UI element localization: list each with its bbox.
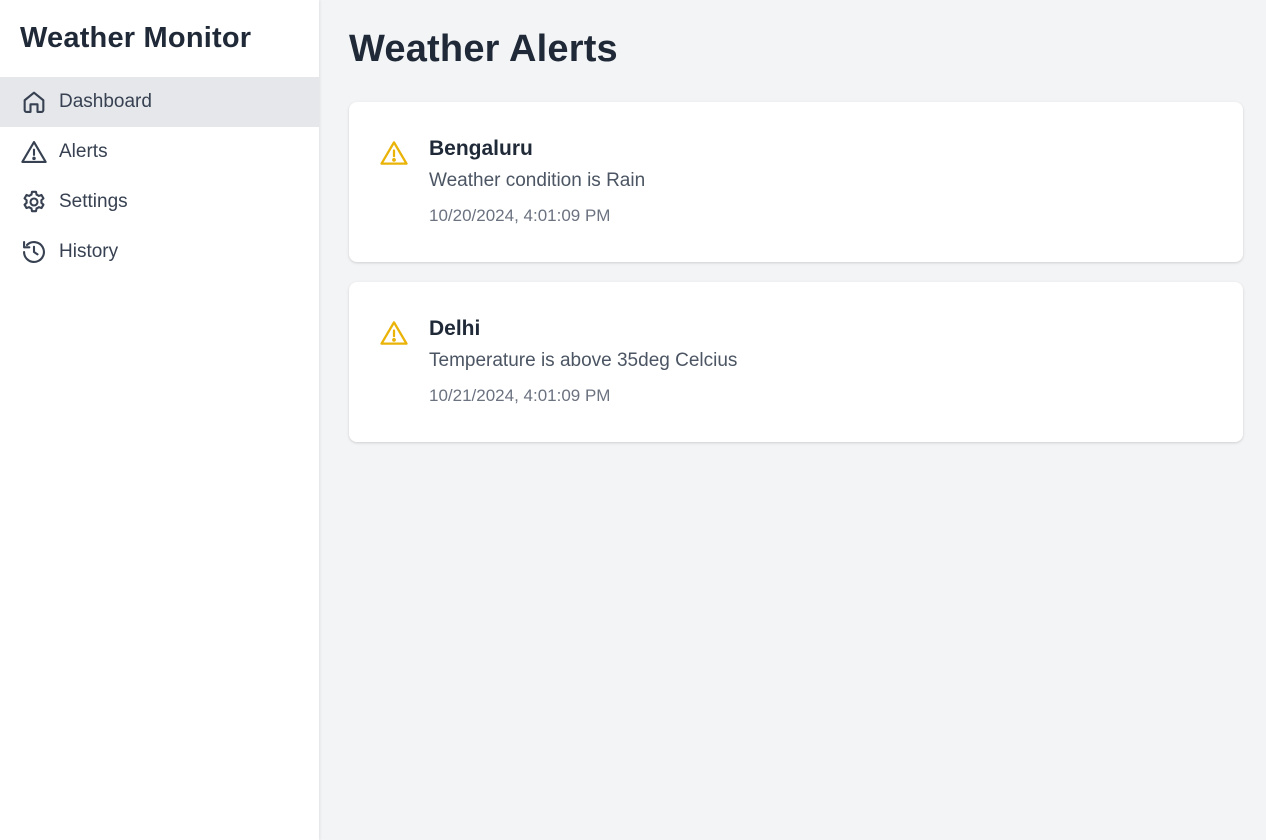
sidebar-item-dashboard[interactable]: Dashboard <box>0 77 319 127</box>
sidebar: Weather Monitor Dashboard Alerts Setting… <box>0 0 319 840</box>
sidebar-item-settings[interactable]: Settings <box>0 177 319 227</box>
alert-city: Bengaluru <box>429 137 533 160</box>
sidebar-item-history[interactable]: History <box>0 227 319 277</box>
sidebar-nav: Dashboard Alerts Settings History <box>0 77 319 277</box>
app-title: Weather Monitor <box>20 22 252 54</box>
page-title: Weather Alerts <box>349 28 618 70</box>
history-icon <box>20 238 48 266</box>
sidebar-item-label: Settings <box>59 191 128 212</box>
alert-city: Delhi <box>429 317 481 340</box>
alert-timestamp: 10/20/2024, 4:01:09 PM <box>429 206 611 225</box>
alert-body: Delhi Temperature is above 35deg Celcius… <box>429 316 737 442</box>
home-icon <box>20 88 48 116</box>
sidebar-item-label: Alerts <box>59 141 108 162</box>
sidebar-item-label: Dashboard <box>59 91 152 112</box>
gear-icon <box>20 188 48 216</box>
sidebar-item-label: History <box>59 241 119 262</box>
app-root: Weather Monitor Dashboard Alerts Setting… <box>0 0 1266 840</box>
alert-body: Bengaluru Weather condition is Rain 10/2… <box>429 136 645 262</box>
main-content: Weather Alerts Bengaluru Weather conditi… <box>319 0 1266 840</box>
warning-icon <box>379 318 409 348</box>
alert-message: Weather condition is Rain <box>429 170 646 191</box>
alert-card: Bengaluru Weather condition is Rain 10/2… <box>349 102 1243 262</box>
alert-card: Delhi Temperature is above 35deg Celcius… <box>349 282 1243 442</box>
alert-triangle-icon <box>20 138 48 166</box>
warning-icon <box>379 138 409 168</box>
sidebar-item-alerts[interactable]: Alerts <box>0 127 319 177</box>
alert-timestamp: 10/21/2024, 4:01:09 PM <box>429 386 611 405</box>
alert-message: Temperature is above 35deg Celcius <box>429 350 738 371</box>
